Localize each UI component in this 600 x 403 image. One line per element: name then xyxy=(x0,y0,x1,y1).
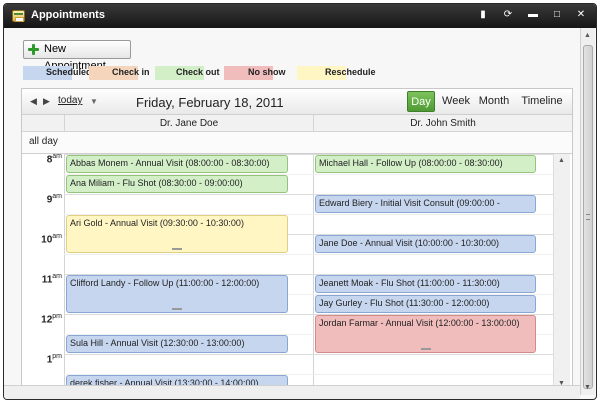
hour-label: 12pm xyxy=(41,313,62,326)
scroll-up-icon[interactable]: ▲ xyxy=(558,157,565,164)
appointment-block[interactable]: Ari Gold - Annual Visit (09:30:00 - 10:3… xyxy=(66,215,288,253)
current-date-title: Friday, February 18, 2011 xyxy=(136,95,284,110)
corner-header xyxy=(22,115,64,132)
legend-label: Check in xyxy=(112,67,150,77)
refresh-icon[interactable]: ⟳ xyxy=(500,8,516,22)
minimize-icon[interactable]: ▬ xyxy=(525,8,541,22)
resize-handle[interactable] xyxy=(172,308,182,310)
appointment-text: Ana Miliam - Flu Shot (08:30:00 - 09:00:… xyxy=(70,178,243,188)
appointment-text: Clifford Landy - Follow Up (11:00:00 - 1… xyxy=(70,278,260,288)
chevron-down-icon[interactable]: ▼ xyxy=(90,97,98,106)
appointment-text: Ari Gold - Annual Visit (09:30:00 - 10:3… xyxy=(70,218,244,228)
plus-icon xyxy=(28,44,39,55)
scroll-up-icon[interactable]: ▲ xyxy=(584,32,591,39)
appointment-block[interactable]: Jordan Farmar - Annual Visit (12:00:00 -… xyxy=(315,315,536,353)
previous-day-icon[interactable]: ◀ xyxy=(30,96,37,107)
column-divider xyxy=(313,154,314,392)
appointment-block[interactable]: Jane Doe - Annual Visit (10:00:00 - 10:3… xyxy=(315,235,536,253)
hour-label: 1pm xyxy=(46,353,62,366)
appointments-window: Appointments ▮ ⟳ ▬ □ ✕ New Appointment S… xyxy=(3,3,597,400)
appointment-block[interactable]: Ana Miliam - Flu Shot (08:30:00 - 09:00:… xyxy=(66,175,288,193)
hour-gridline xyxy=(64,354,553,355)
hour-label: 9am xyxy=(46,193,62,206)
time-grid[interactable]: ▲ ▼ 8am 9am 10am 11am 12pm 1pm Abbas Monem - A… xyxy=(22,154,572,392)
half-hour-gridline xyxy=(64,254,553,255)
resize-handle[interactable] xyxy=(172,248,182,250)
appointment-text: Jane Doe - Annual Visit (10:00:00 - 10:3… xyxy=(319,238,499,248)
all-day-row[interactable]: all day xyxy=(22,132,572,154)
column-header-john-smith: Dr. John Smith xyxy=(313,115,572,132)
appointment-block[interactable]: Clifford Landy - Follow Up (11:00:00 - 1… xyxy=(66,275,288,313)
hour-label: 10am xyxy=(41,233,62,246)
window-title: Appointments xyxy=(31,9,105,21)
maximize-icon[interactable]: □ xyxy=(549,8,565,22)
new-appointment-button[interactable]: New Appointment xyxy=(23,40,131,72)
legend-label: Reschedule xyxy=(325,67,376,77)
column-header-jane-doe: Dr. Jane Doe xyxy=(64,115,313,132)
close-icon[interactable]: ✕ xyxy=(573,8,589,22)
all-day-label: all day xyxy=(29,136,58,147)
scheduler: ◀ ▶ today ▼ Friday, February 18, 2011 Da… xyxy=(21,88,573,393)
legend-label: No show xyxy=(248,67,286,77)
appointment-text: Jordan Farmar - Annual Visit (12:00:00 -… xyxy=(319,318,520,328)
hour-label: 8am xyxy=(46,154,62,166)
appointment-text: Edward Biery - Initial Visit Consult (09… xyxy=(319,198,500,208)
view-week-button[interactable]: Week xyxy=(440,91,472,112)
scroll-down-icon[interactable]: ▼ xyxy=(584,384,591,391)
next-day-icon[interactable]: ▶ xyxy=(43,96,50,107)
appointment-text: Jeanett Moak - Flu Shot (11:00:00 - 11:3… xyxy=(319,278,500,288)
window-horizontal-scrollbar[interactable] xyxy=(4,385,580,399)
legend-label: Scheduled xyxy=(46,67,92,77)
appointment-block[interactable]: Jay Gurley - Flu Shot (11:30:00 - 12:00:… xyxy=(315,295,536,313)
appointment-block[interactable]: Sula Hill - Annual Visit (12:30:00 - 13:… xyxy=(66,335,288,353)
appointment-text: Sula Hill - Annual Visit (12:30:00 - 13:… xyxy=(70,338,245,348)
appointment-block[interactable]: Michael Hall - Follow Up (08:00:00 - 08:… xyxy=(315,155,536,173)
appointment-block[interactable]: Edward Biery - Initial Visit Consult (09… xyxy=(315,195,536,213)
view-timeline-button[interactable]: Timeline xyxy=(517,91,567,112)
hour-label: 11am xyxy=(41,273,62,286)
calendar-app-icon xyxy=(12,10,25,22)
appointment-text: Jay Gurley - Flu Shot (11:30:00 - 12:00:… xyxy=(319,298,490,308)
view-month-button[interactable]: Month xyxy=(475,91,513,112)
scrollbar-grip xyxy=(586,214,590,220)
appointment-block[interactable]: Abbas Monem - Annual Visit (08:00:00 - 0… xyxy=(66,155,288,173)
resize-handle[interactable] xyxy=(420,348,431,350)
scheduler-navbar: ◀ ▶ today ▼ Friday, February 18, 2011 Da… xyxy=(22,89,572,115)
appointment-text: Abbas Monem - Annual Visit (08:00:00 - 0… xyxy=(70,158,270,168)
appointment-text: Michael Hall - Follow Up (08:00:00 - 08:… xyxy=(319,158,503,168)
inner-vertical-scrollbar[interactable]: ▲ ▼ xyxy=(553,154,570,392)
view-day-button[interactable]: Day xyxy=(407,91,435,112)
title-bar[interactable]: Appointments ▮ ⟳ ▬ □ ✕ xyxy=(4,4,596,28)
scrollbar-thumb[interactable] xyxy=(583,45,593,389)
pin-icon[interactable]: ▮ xyxy=(475,8,491,22)
window-vertical-scrollbar[interactable]: ▲ ▼ xyxy=(580,28,595,395)
today-link[interactable]: today xyxy=(58,95,82,106)
column-divider xyxy=(64,154,65,392)
legend-label: Check out xyxy=(176,67,220,77)
toolbar: New Appointment Scheduled Check in Check… xyxy=(4,28,596,90)
appointment-block[interactable]: Jeanett Moak - Flu Shot (11:00:00 - 11:3… xyxy=(315,275,536,293)
